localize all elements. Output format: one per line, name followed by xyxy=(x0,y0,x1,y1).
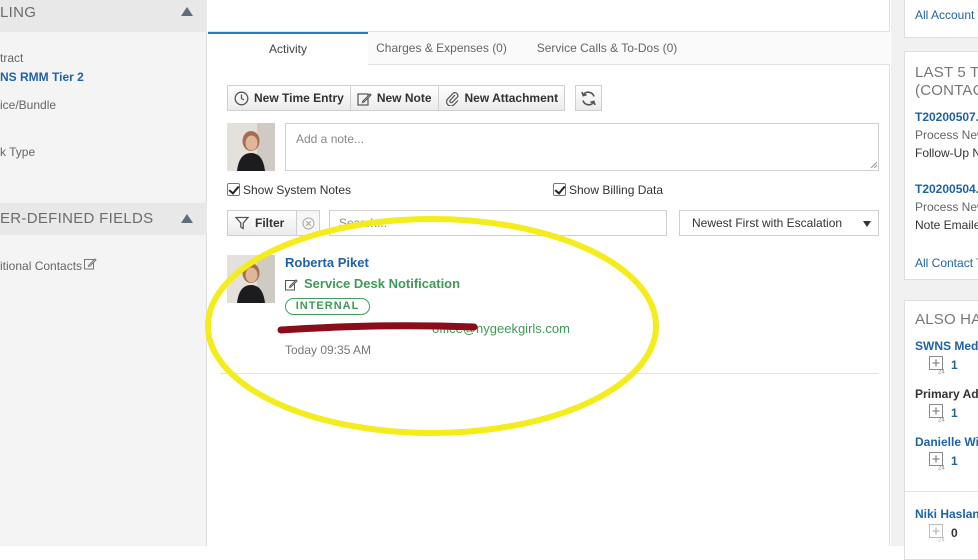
collapse-arrow-icon[interactable] xyxy=(181,7,193,16)
last-5-tickets-header-2: (CONTAC xyxy=(915,82,978,99)
svg-text:24: 24 xyxy=(938,418,945,423)
svg-text:24: 24 xyxy=(938,538,945,543)
contact-link[interactable]: Niki Haslan xyxy=(915,507,978,521)
add-note-input[interactable]: Add a note... xyxy=(285,123,879,171)
dropdown-caret-icon xyxy=(863,221,871,227)
note-edit-icon[interactable] xyxy=(285,278,298,291)
contact-link[interactable]: SWNS Med xyxy=(915,339,978,353)
show-system-notes-label: Show System Notes xyxy=(243,183,352,197)
collapse-arrow-icon[interactable] xyxy=(181,214,193,223)
show-billing-data-label: Show Billing Data xyxy=(569,183,664,197)
billing-section-title: LING xyxy=(0,4,37,21)
ticket-status: Note Emailed xyxy=(915,218,978,232)
refresh-button[interactable] xyxy=(575,85,602,111)
service-bundle-label: ice/Bundle xyxy=(0,98,57,112)
ticket-count[interactable]: 1 xyxy=(951,454,958,468)
new-time-entry-label: New Time Entry xyxy=(254,91,344,105)
last-5-tickets-card: LAST 5 T (CONTAC T20200507. Process New … xyxy=(904,51,978,280)
ticket-icon: 24 xyxy=(929,524,945,543)
ticket-number-link[interactable]: T20200507. xyxy=(915,110,978,124)
note-email-text: office@nygeekgirls.com xyxy=(432,321,570,336)
left-detail-panel: LING tract NS RMM Tier 2 ice/Bundle k Ty… xyxy=(0,0,207,546)
note-author-link[interactable]: Roberta Piket xyxy=(285,255,369,270)
show-system-notes-checkbox[interactable] xyxy=(227,183,240,196)
also-has-header: ALSO HA xyxy=(915,311,978,328)
ticket-count[interactable]: 1 xyxy=(951,406,958,420)
tab-activity[interactable]: Activity xyxy=(208,32,368,67)
ticket-title: Process New xyxy=(915,200,978,214)
udf-section-header[interactable]: ER-DEFINED FIELDS xyxy=(0,203,207,235)
note-title[interactable]: Service Desk Notification xyxy=(304,276,460,291)
all-account-tickets-link[interactable]: All Account T xyxy=(915,8,978,22)
new-time-entry-button[interactable]: New Time Entry xyxy=(227,85,351,111)
last-5-tickets-header: LAST 5 T xyxy=(915,64,978,81)
contract-value-link[interactable]: NS RMM Tier 2 xyxy=(0,70,84,84)
ticket-icon: 24 xyxy=(929,356,945,375)
filter-label: Filter xyxy=(255,216,285,230)
refresh-icon xyxy=(581,90,596,106)
author-avatar xyxy=(227,255,275,303)
svg-text:24: 24 xyxy=(938,466,945,471)
contact-link[interactable]: Danielle Wi xyxy=(915,435,978,449)
divider xyxy=(220,373,879,374)
sort-order-value: Newest First with Escalation xyxy=(692,216,843,230)
funnel-icon xyxy=(235,216,249,230)
internal-badge: INTERNAL xyxy=(285,298,370,315)
activity-toolbar: New Time Entry New Note New Attachment xyxy=(227,85,566,111)
person-photo-icon xyxy=(227,255,275,303)
svg-text:24: 24 xyxy=(938,370,945,375)
ticket-title: Process New xyxy=(915,128,978,142)
ticket-count: 0 xyxy=(951,526,958,540)
new-attachment-button[interactable]: New Attachment xyxy=(437,85,566,111)
paperclip-icon xyxy=(445,91,458,106)
new-note-label: New Note xyxy=(376,91,432,105)
contract-label: tract xyxy=(0,51,24,65)
resize-grip-icon[interactable] xyxy=(870,161,878,169)
activity-main-panel: Activity Charges & Expenses (0) Service … xyxy=(208,0,890,546)
also-has-card: ALSO HA SWNS Med 24 1 Primary Ad 24 1 Da… xyxy=(904,300,978,560)
udf-section-title: ER-DEFINED FIELDS xyxy=(0,210,154,227)
tab-charges-expenses[interactable]: Charges & Expenses (0) xyxy=(368,32,515,66)
tab-bar: Activity Charges & Expenses (0) Service … xyxy=(208,31,890,67)
ticket-icon: 24 xyxy=(929,452,945,471)
search-input[interactable]: Search... xyxy=(329,210,667,236)
clock-icon xyxy=(234,91,249,105)
divider xyxy=(905,491,978,492)
clear-circle-icon xyxy=(302,217,314,229)
account-tickets-card: All Account T xyxy=(904,0,978,38)
ticket-count[interactable]: 1 xyxy=(951,358,958,372)
sort-order-select[interactable]: Newest First with Escalation xyxy=(679,210,879,236)
person-photo-icon xyxy=(227,123,275,171)
ticket-status: Follow-Up N xyxy=(915,146,978,160)
edit-note-icon xyxy=(357,92,372,106)
ticket-number-link[interactable]: T20200504. xyxy=(915,182,978,196)
filter-button[interactable]: Filter xyxy=(227,210,297,236)
new-attachment-label: New Attachment xyxy=(464,91,559,105)
all-contact-tickets-link[interactable]: All Contact T xyxy=(915,256,978,270)
note-timestamp: Today 09:35 AM xyxy=(285,343,372,357)
additional-contacts-label: itional Contacts xyxy=(0,259,83,273)
ticket-icon: 24 xyxy=(929,404,945,423)
user-avatar xyxy=(227,123,275,171)
tab-service-calls-todos[interactable]: Service Calls & To-Dos (0) xyxy=(522,32,692,66)
show-billing-data-checkbox[interactable] xyxy=(553,183,566,196)
contact-name: Primary Ad xyxy=(915,387,978,401)
new-note-button[interactable]: New Note xyxy=(349,85,439,111)
billing-section-header[interactable]: LING xyxy=(0,0,207,32)
right-sidebar: All Account T LAST 5 T (CONTAC T20200507… xyxy=(891,0,978,560)
edit-icon[interactable] xyxy=(84,257,97,270)
clear-filter-button[interactable] xyxy=(296,210,320,236)
work-type-label: k Type xyxy=(0,145,36,159)
